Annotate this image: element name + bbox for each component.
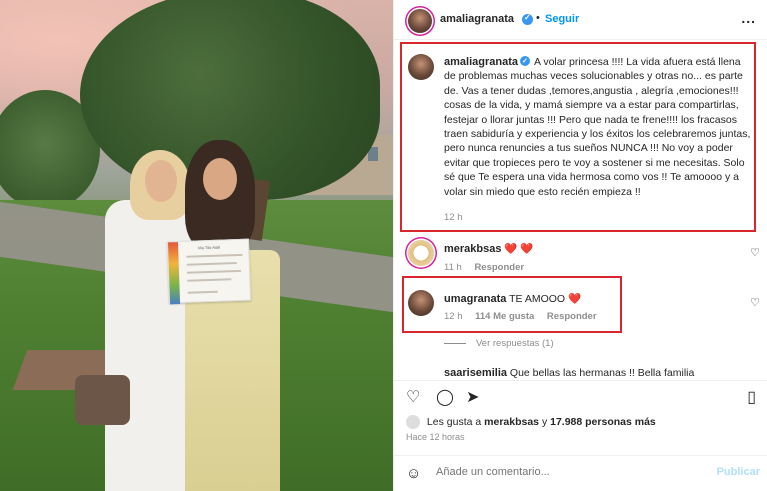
- likes-count[interactable]: 17.988 personas más: [550, 416, 656, 428]
- comment-item: merakbsas ❤️ ❤️ 11 h Responder ♡: [394, 240, 767, 275]
- author-username[interactable]: amaliagranata: [440, 13, 514, 25]
- like-comment-icon[interactable]: ♡: [750, 246, 760, 259]
- likes-summary[interactable]: Les gusta a merakbsas y 17.988 personas …: [406, 415, 656, 429]
- diploma-color-band: [167, 242, 181, 305]
- caption-username[interactable]: amaliagranata: [444, 56, 518, 68]
- like-heart-icon[interactable]: ♡: [406, 387, 420, 407]
- add-comment-bar: ☺ Publicar: [394, 455, 767, 491]
- heart-emoji: ❤️ ❤️: [504, 243, 534, 255]
- caption-timestamp: 12 h: [444, 212, 463, 223]
- comment-meta: 11 h Responder: [444, 262, 524, 273]
- likes-connector: y: [541, 415, 548, 428]
- reply-button[interactable]: Responder: [547, 311, 597, 322]
- caption-highlight: amaliagranataA volar princesa !!!! La vi…: [400, 42, 756, 232]
- diploma-line: [187, 290, 218, 294]
- follow-button[interactable]: Seguir: [545, 13, 579, 25]
- diploma: Ma Tito Aalé: [166, 238, 252, 305]
- comment-username[interactable]: saarisemilia: [444, 367, 507, 379]
- caption: amaliagranataA volar princesa !!!! La vi…: [444, 55, 754, 199]
- emoji-icon[interactable]: ☺: [406, 465, 421, 482]
- action-bar: ♡ ◯ ➤ ▯: [394, 380, 767, 410]
- comment-username[interactable]: umagranata: [444, 293, 506, 305]
- comment-username[interactable]: merakbsas: [444, 243, 502, 255]
- likes-first-user[interactable]: merakbsas: [484, 416, 539, 428]
- diploma-line: [186, 253, 243, 258]
- verified-icon: [522, 13, 533, 25]
- comment-time: 12 h: [444, 311, 463, 322]
- diploma-line: [187, 278, 232, 282]
- view-replies-button[interactable]: Ver respuestas (1): [444, 338, 554, 349]
- face: [145, 160, 177, 202]
- comment-time: 11 h: [444, 262, 462, 273]
- heart-emoji: ❤️: [568, 293, 582, 305]
- caption-avatar[interactable]: [408, 54, 434, 80]
- diploma-line: [187, 269, 242, 274]
- publish-button[interactable]: Publicar: [717, 466, 760, 478]
- like-comment-icon[interactable]: ♡: [750, 296, 760, 309]
- more-options-icon[interactable]: ...: [741, 10, 756, 26]
- comment-bubble-icon[interactable]: ◯: [436, 387, 454, 407]
- bookmark-icon[interactable]: ▯: [747, 387, 756, 407]
- comment-body: saarisemilia Que bellas las hermanas !! …: [444, 367, 694, 379]
- comment-likes[interactable]: 114 Me gusta: [475, 311, 534, 322]
- liker-avatar: [406, 415, 420, 429]
- likes-prefix: Les gusta a: [426, 415, 482, 428]
- post-photo[interactable]: Ma Tito Aalé: [0, 0, 393, 491]
- comment-input[interactable]: [436, 466, 696, 478]
- comment-avatar[interactable]: [408, 240, 434, 266]
- comment-item: saarisemilia Que bellas las hermanas !! …: [394, 365, 767, 379]
- comment-avatar[interactable]: [408, 290, 434, 316]
- post-side-panel: amaliagranata • Seguir ... amaliagranata…: [393, 0, 767, 491]
- diploma-line: [186, 262, 237, 266]
- face: [203, 158, 237, 200]
- reply-button[interactable]: Responder: [474, 262, 524, 273]
- comment-body: umagranata TE AMOOO ❤️: [444, 292, 581, 305]
- share-send-icon[interactable]: ➤: [466, 387, 479, 407]
- verified-icon: [519, 55, 530, 69]
- handbag: [75, 375, 130, 425]
- comment-meta: 12 h 114 Me gusta Responder: [444, 311, 597, 322]
- caption-text: A volar princesa !!!! La vida afuera est…: [444, 56, 751, 198]
- comment-text: Que bellas las hermanas !! Bella familia: [509, 367, 695, 379]
- comment-text: TE AMOOO: [509, 293, 566, 305]
- post-timestamp: Hace 12 horas: [406, 432, 465, 442]
- comment-body: merakbsas ❤️ ❤️: [444, 242, 534, 255]
- diploma-title: Ma Tito Aalé: [198, 244, 221, 251]
- post-header: amaliagranata • Seguir ...: [394, 0, 767, 40]
- daughter-figure: [175, 140, 285, 491]
- separator-dot: •: [536, 12, 540, 24]
- author-avatar[interactable]: [408, 9, 432, 33]
